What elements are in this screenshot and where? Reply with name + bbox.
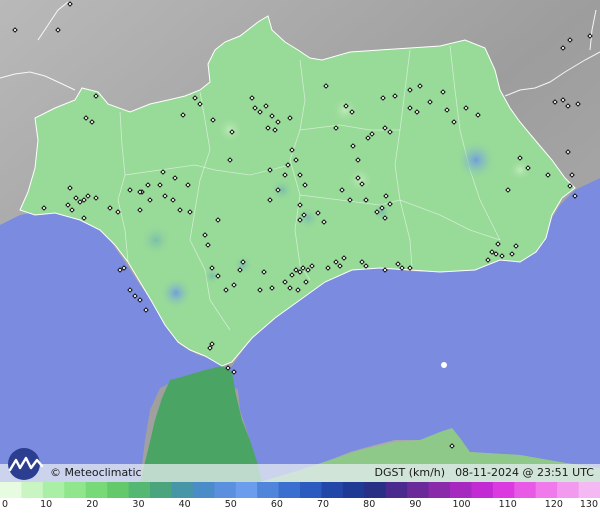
- legend-tick-label: 0: [2, 499, 9, 510]
- legend-swatch: [385, 482, 408, 498]
- legend-swatch: [407, 482, 430, 498]
- color-legend: 0 10 20 30 40 50 60 70 80 90 100 110 120 130: [0, 482, 600, 517]
- legend-tick-label: 110: [498, 499, 517, 510]
- legend-swatch: [21, 482, 44, 498]
- brand-name: Meteoclimatic: [64, 466, 142, 479]
- legend-tick-label: 100: [452, 499, 471, 510]
- brand-credit: © Meteoclimatic: [50, 466, 142, 479]
- legend-swatch: [107, 482, 130, 498]
- legend-tick-label: 70: [317, 499, 330, 510]
- legend-swatch: [171, 482, 194, 498]
- map-metadata: DGST (km/h) 08-11-2024 @ 23:51 UTC: [375, 466, 594, 480]
- legend-swatch: [321, 482, 344, 498]
- weather-map-frame: © Meteoclimatic DGST (km/h) 08-11-2024 @ …: [0, 0, 600, 517]
- legend-tick-label: 130: [579, 499, 598, 510]
- legend-tick-label: 30: [132, 499, 145, 510]
- legend-color-bar: [0, 482, 600, 498]
- legend-tick-label: 80: [363, 499, 376, 510]
- legend-swatch: [0, 482, 23, 498]
- legend-swatch: [235, 482, 258, 498]
- legend-tick-label: 20: [86, 499, 99, 510]
- legend-swatch: [150, 482, 173, 498]
- legend-tick-label: 60: [270, 499, 283, 510]
- legend-swatch: [257, 482, 280, 498]
- legend-swatch: [450, 482, 473, 498]
- legend-swatch: [492, 482, 515, 498]
- legend-tick-label: 90: [409, 499, 422, 510]
- legend-swatch: [64, 482, 87, 498]
- legend-swatch: [364, 482, 387, 498]
- legend-swatch: [192, 482, 215, 498]
- legend-swatch: [535, 482, 558, 498]
- legend-swatch: [428, 482, 451, 498]
- legend-swatch: [514, 482, 537, 498]
- andalusia-gust-map: [0, 0, 600, 482]
- legend-tick-label: 120: [544, 499, 563, 510]
- legend-swatch: [471, 482, 494, 498]
- legend-swatch: [300, 482, 323, 498]
- legend-tick-label: 50: [224, 499, 237, 510]
- legend-swatch: [557, 482, 580, 498]
- meteoclimatic-logo-icon: [8, 448, 44, 480]
- legend-swatch: [214, 482, 237, 498]
- timestamp: 08-11-2024 @ 23:51 UTC: [455, 466, 594, 479]
- legend-tick-label: 10: [40, 499, 53, 510]
- legend-swatch: [578, 482, 600, 498]
- legend-swatch: [128, 482, 151, 498]
- legend-swatch: [278, 482, 301, 498]
- legend-tick-label: 40: [178, 499, 191, 510]
- legend-swatch: [342, 482, 365, 498]
- legend-tick-labels: 0 10 20 30 40 50 60 70 80 90 100 110 120 130: [0, 498, 600, 517]
- variable-label: DGST (km/h): [374, 466, 446, 479]
- legend-swatch: [85, 482, 108, 498]
- legend-swatch: [42, 482, 65, 498]
- alboran-island: [441, 362, 447, 368]
